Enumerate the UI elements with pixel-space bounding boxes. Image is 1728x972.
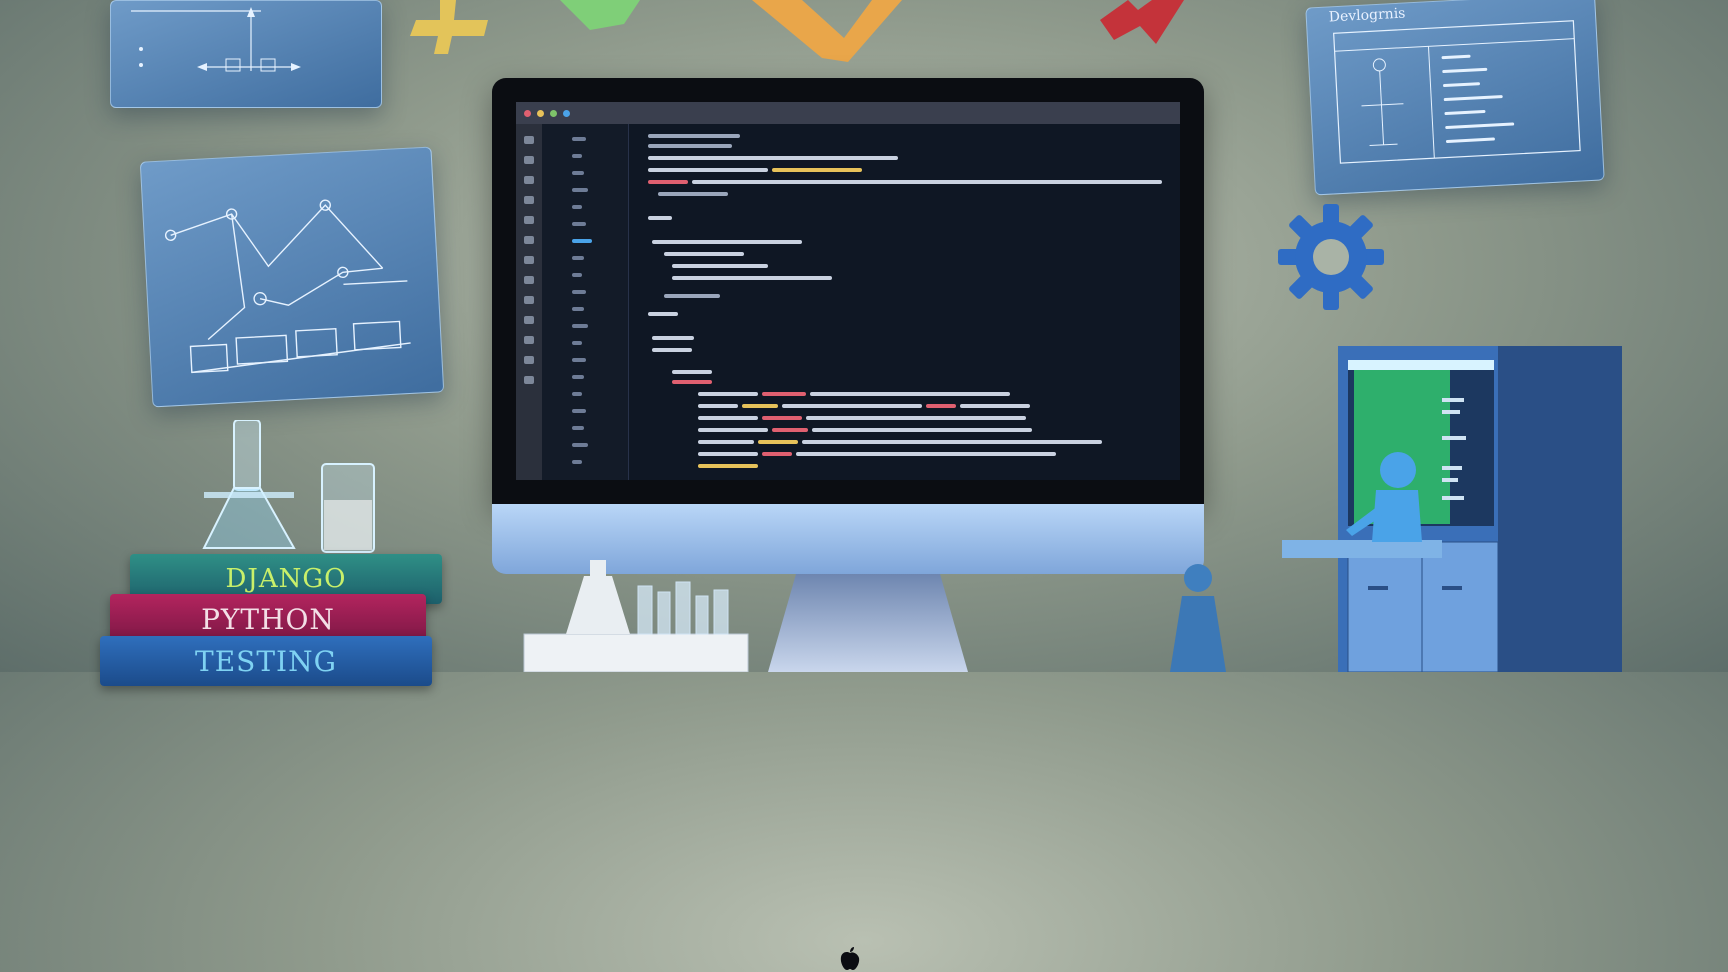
beaker-icon — [321, 463, 375, 553]
top-right-diagram-panel: Devlogrnis — [1305, 0, 1605, 196]
apple-logo-icon — [840, 947, 860, 970]
illustration-scene: Devlogrnis DJANGO PYTHON TESTING — [0, 0, 1728, 970]
editor-toolbar — [516, 102, 1180, 124]
file-explorer-sidebar — [542, 124, 629, 480]
left-graph-panel — [139, 146, 445, 408]
lab-equipment-icon — [523, 560, 749, 672]
plus-shape-icon — [410, 0, 488, 54]
red-x-shape-icon — [1100, 0, 1184, 44]
desktop-monitor — [492, 78, 1204, 970]
orange-chevron-icon — [752, 0, 902, 62]
lab-flask-icon — [202, 420, 296, 549]
code-area — [628, 124, 1180, 480]
editor-activity-bar — [516, 124, 542, 480]
monitor-bezel — [492, 78, 1204, 506]
person-figure-icon — [1170, 564, 1226, 672]
gear-icon — [1278, 204, 1384, 310]
green-shape-icon — [560, 0, 640, 30]
robot-figure-icon — [1282, 452, 1442, 558]
code-editor-screen — [516, 102, 1180, 480]
monitor-stand — [768, 574, 968, 672]
book-testing: TESTING — [100, 636, 432, 686]
top-left-diagram-panel — [110, 0, 382, 108]
